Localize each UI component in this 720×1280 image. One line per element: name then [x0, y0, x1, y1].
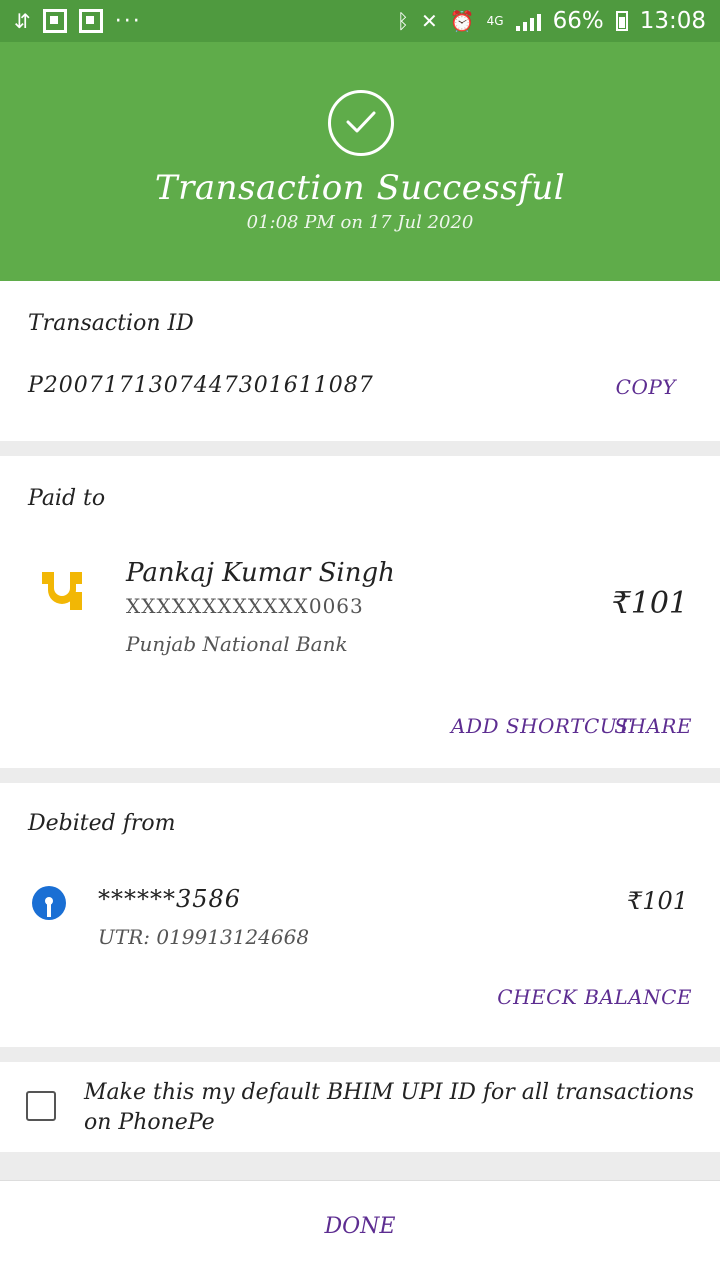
paid-to-label: Paid to — [28, 486, 106, 511]
transaction-id-label: Transaction ID — [28, 311, 194, 336]
debited-from-label: Debited from — [28, 811, 176, 836]
paid-to-section: Paid to Pankaj Kumar Singh XXXXXXXXXXXX0… — [0, 456, 720, 768]
done-button[interactable]: DONE — [0, 1214, 720, 1239]
clock: 13:08 — [639, 8, 706, 34]
debited-amount: ₹101 — [626, 887, 688, 915]
default-upi-checkbox[interactable] — [26, 1091, 56, 1121]
check-balance-button[interactable]: CHECK BALANCE — [497, 985, 692, 1009]
usb-icon: ⇵ — [14, 9, 31, 33]
notification-icon — [78, 9, 103, 33]
section-divider — [0, 1152, 720, 1180]
debit-account-number: ******3586 — [98, 885, 242, 913]
share-button[interactable]: SHARE — [614, 714, 692, 738]
sbi-logo-icon — [31, 885, 67, 921]
battery-percent: 66% — [552, 8, 604, 34]
alarm-icon: ⏰ — [449, 9, 475, 33]
payee-bank-name: Punjab National Bank — [126, 632, 348, 656]
mute-icon: ✕ — [420, 9, 438, 33]
add-shortcut-button[interactable]: ADD SHORTCUT — [451, 714, 631, 738]
default-upi-label[interactable]: Make this my default BHIM UPI ID for all… — [84, 1078, 704, 1138]
section-divider — [0, 768, 720, 783]
debited-from-section: Debited from ******3586 UTR: 01991312466… — [0, 783, 720, 1047]
transaction-id-value: P2007171307447301611087 — [28, 373, 374, 398]
transaction-timestamp: 01:08 PM on 17 Jul 2020 — [246, 212, 474, 233]
page-title: Transaction Successful — [154, 168, 566, 208]
paid-amount: ₹101 — [611, 586, 688, 621]
check-circle-icon — [328, 90, 394, 156]
payee-name: Pankaj Kumar Singh — [126, 558, 395, 588]
success-header: Transaction Successful 01:08 PM on 17 Ju… — [0, 42, 720, 281]
transaction-id-section: Transaction ID P2007171307447301611087 C… — [0, 281, 720, 441]
signal-icon — [515, 11, 541, 31]
notification-icon — [42, 9, 67, 33]
more-notifications-icon: ··· — [114, 8, 142, 34]
payee-account: XXXXXXXXXXXX0063 — [126, 594, 364, 618]
status-bar: ⇵ ··· ᛒ ✕ ⏰ 4G 66% 13:08 — [0, 0, 720, 42]
battery-icon — [615, 11, 628, 31]
section-divider — [0, 441, 720, 456]
section-divider — [0, 1047, 720, 1062]
status-bar-left: ⇵ ··· — [14, 9, 142, 34]
status-bar-right: ᛒ ✕ ⏰ 4G 66% 13:08 — [397, 8, 706, 34]
bluetooth-icon: ᛒ — [396, 9, 409, 33]
utr-number: UTR: 019913124668 — [98, 925, 310, 949]
copy-button[interactable]: COPY — [616, 375, 676, 399]
network-type: 4G — [486, 14, 504, 28]
pnb-logo-icon — [40, 568, 84, 612]
